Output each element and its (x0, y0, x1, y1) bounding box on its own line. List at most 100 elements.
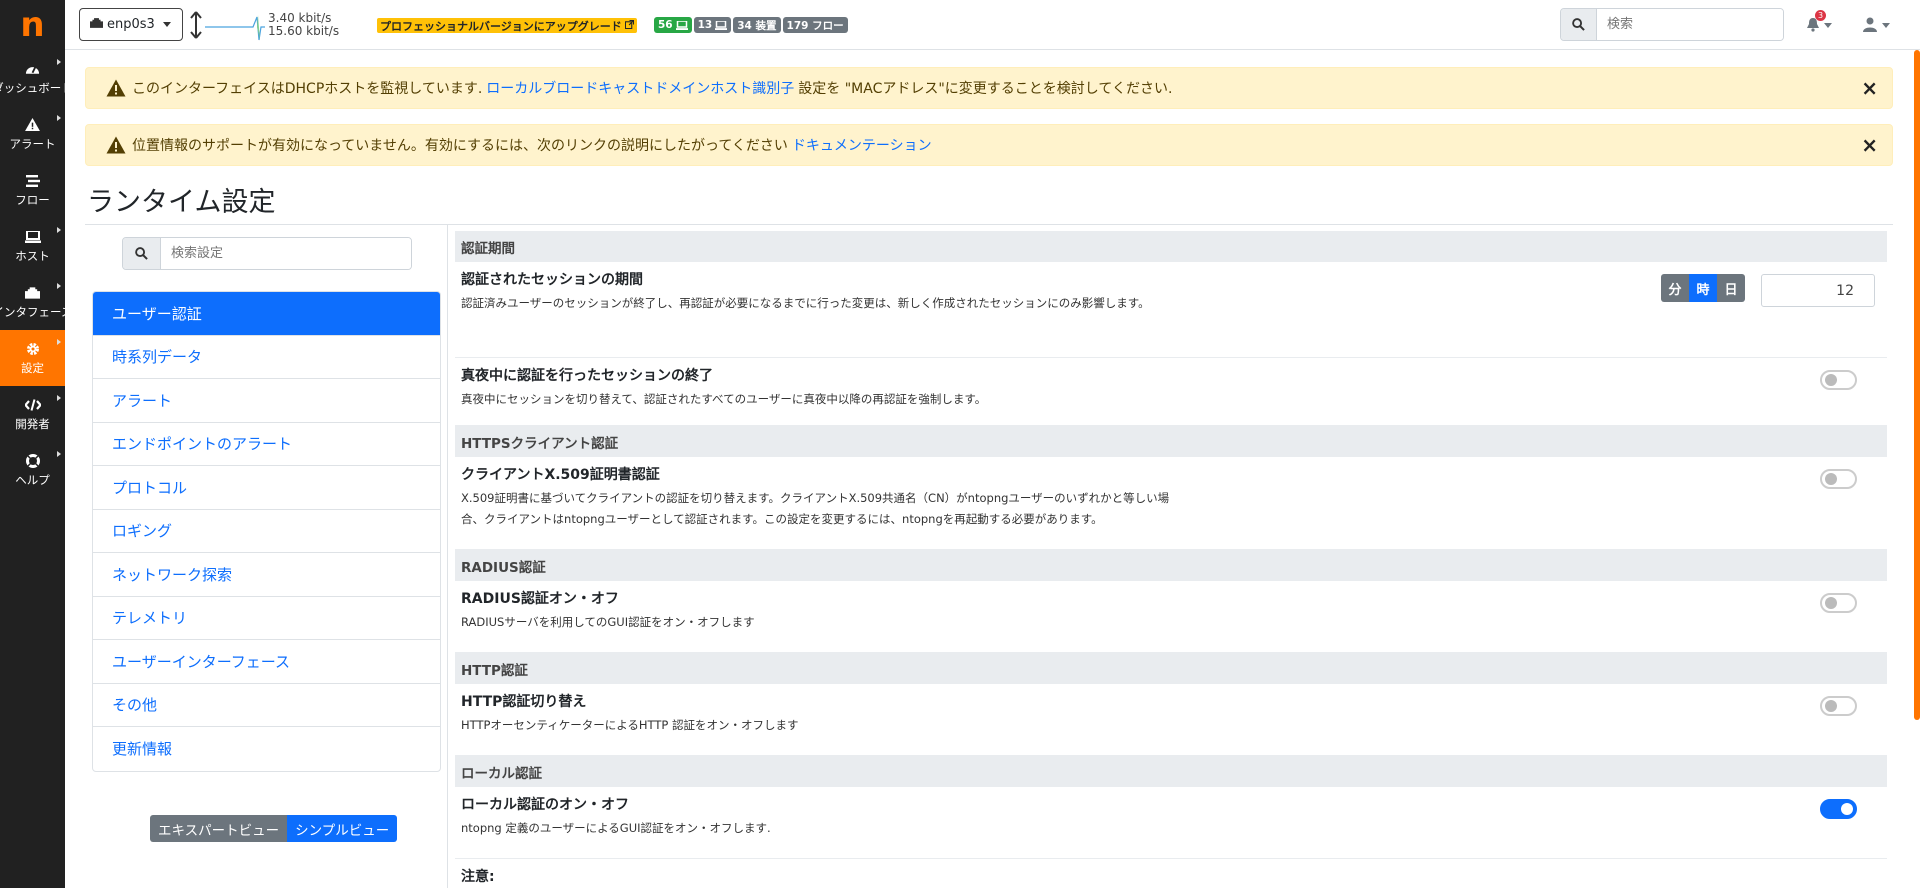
radius-auth-toggle[interactable] (1820, 593, 1857, 613)
search-input[interactable] (1597, 9, 1783, 40)
top-navbar: enp0s3 3.40 kbit/s 15.60 kbit/s プロフェッショナ… (65, 0, 1920, 50)
up-down-arrows-icon (190, 11, 202, 39)
active-devices-badge[interactable]: 56 (654, 17, 692, 33)
ntopng-logo[interactable]: n (0, 0, 65, 50)
interface-dropdown[interactable]: enp0s3 (79, 8, 183, 41)
download-rate: 15.60 kbit/s (268, 24, 340, 38)
unit-minute-button[interactable]: 分 (1661, 274, 1689, 302)
nav-item-user-interface[interactable]: ユーザーインターフェース (93, 640, 440, 684)
view-mode-toggle: エキスパートビュー シンプルビュー (150, 815, 398, 842)
caret-right-icon (57, 115, 61, 121)
description-line: 合、クライアントはntopngユーザーとして認証されます。この設定を変更するには… (461, 512, 1103, 526)
duration-input[interactable] (1761, 274, 1875, 307)
setting-row-midnight-logout: 真夜中に認証を行ったセッションの終了 真夜中にセッションを切り替えて、認証された… (455, 358, 1887, 426)
setting-title: ローカル認証のオン・オフ (461, 797, 629, 813)
code-icon (24, 397, 42, 413)
stream-icon (24, 173, 42, 189)
nav-item-network-discovery[interactable]: ネットワーク探索 (93, 553, 440, 597)
sidebar-item-help[interactable]: ヘルプ (0, 442, 65, 498)
sidebar-item-label: 設定 (21, 360, 44, 375)
nav-item-updates[interactable]: 更新情報 (93, 727, 440, 771)
sidebar-item-hosts[interactable]: ホスト (0, 218, 65, 274)
caret-right-icon (57, 283, 61, 289)
caret-right-icon (57, 227, 61, 233)
nav-item-logging[interactable]: ロギング (93, 510, 440, 553)
simple-view-button[interactable]: シンプルビュー (287, 815, 398, 842)
devices-badge[interactable]: 34 装置 (733, 17, 781, 33)
setting-description: 真夜中にセッションを切り替えて、認証されたすべてのユーザーに真夜中以降の再認証を… (461, 392, 987, 406)
nav-item-alerts[interactable]: アラート (93, 379, 440, 423)
nav-item-user-auth[interactable]: ユーザー認証 (93, 292, 440, 336)
search-icon (135, 247, 148, 260)
sidebar-item-label: ヘルプ (15, 472, 50, 487)
setting-row-http-auth: HTTP認証切り替え HTTPオーセンティケーターによるHTTP 認証をオン・オ… (455, 684, 1887, 756)
sidebar-item-settings[interactable]: 設定 (0, 330, 65, 386)
sidebar-item-dashboard[interactable]: ダッシュボード (0, 50, 65, 106)
setting-description: RADIUSサーバを利用してのGUI認証をオン・オフします (461, 615, 755, 629)
midnight-logout-toggle[interactable] (1820, 370, 1857, 390)
caret-down-icon (1824, 23, 1832, 28)
section-heading: ローカル認証 (455, 756, 1887, 787)
section-heading: HTTPSクライアント認証 (455, 426, 1887, 457)
broadcast-domain-link[interactable]: ローカルブロードキャストドメインホスト識別子 (486, 78, 794, 98)
sidebar-item-alerts[interactable]: アラート (0, 106, 65, 162)
ethernet-icon (90, 17, 103, 32)
ethernet-icon (24, 285, 42, 301)
dhcp-warning-alert: このインターフェイスはDHCPホストを監視しています. ローカルブロードキャスト… (85, 67, 1893, 109)
http-auth-toggle[interactable] (1820, 696, 1857, 716)
sidebar-item-flows[interactable]: フロー (0, 162, 65, 218)
nav-item-endpoint-alerts[interactable]: エンドポイントのアラート (93, 423, 440, 466)
sidebar-item-label: アラート (9, 136, 56, 151)
lifebuoy-icon (24, 453, 42, 469)
close-icon[interactable]: × (1861, 135, 1878, 155)
sidebar-item-interfaces[interactable]: インタフェース (0, 274, 65, 330)
setting-description: ntopng 定義のユーザーによるGUI認証をオン・オフします. (461, 821, 771, 835)
user-icon (1863, 17, 1877, 32)
flows-badge[interactable]: 179 フロー (782, 17, 848, 33)
hosts-badge[interactable]: 13 (693, 17, 732, 33)
documentation-link[interactable]: ドキュメンテーション (792, 135, 932, 155)
nav-item-telemetry[interactable]: テレメトリ (93, 597, 440, 640)
unit-hour-button[interactable]: 時 (1689, 274, 1717, 302)
search-button[interactable] (1561, 9, 1597, 40)
unit-day-button[interactable]: 日 (1717, 274, 1745, 302)
setting-row-session-duration: 認証されたセッションの期間 認証済みユーザーのセッションが終了し、再認証が必要に… (455, 262, 1887, 358)
external-link-icon (624, 19, 634, 32)
search-icon (1572, 18, 1585, 31)
sidebar-item-label: ダッシュボード (0, 80, 65, 95)
nav-item-protocols[interactable]: プロトコル (93, 466, 440, 510)
note-label: 注意: (461, 869, 495, 885)
section-heading: HTTP認証 (455, 653, 1887, 684)
laptop-icon (675, 20, 688, 30)
duration-unit-selector: 分 時 日 (1661, 274, 1745, 302)
section-heading: RADIUS認証 (455, 550, 1887, 581)
divider (447, 225, 448, 888)
user-menu[interactable] (1863, 14, 1897, 36)
caret-right-icon (57, 59, 61, 65)
search-button[interactable] (123, 238, 161, 269)
cog-icon (24, 341, 42, 357)
notifications-dropdown[interactable]: 3 (1806, 10, 1836, 36)
nav-item-timeseries[interactable]: 時系列データ (93, 336, 440, 379)
settings-nav: ユーザー認証 時系列データ アラート エンドポイントのアラート プロトコル ロギ… (92, 291, 441, 772)
caret-right-icon (57, 339, 61, 345)
close-icon[interactable]: × (1861, 78, 1878, 98)
nav-item-misc[interactable]: その他 (93, 684, 440, 727)
settings-search-input[interactable] (161, 238, 411, 269)
geolocation-warning-alert: 位置情報のサポートが有効になっていません。有効にするには、次のリンクの説明にした… (85, 124, 1893, 166)
description-line: X.509証明書に基づいてクライアントの認証を切り替えます。クライアントX.50… (461, 491, 1170, 505)
upgrade-pro-link[interactable]: プロフェッショナルバージョンにアップグレード (377, 18, 637, 33)
sidebar-item-developer[interactable]: 開発者 (0, 386, 65, 442)
alert-text: 位置情報のサポートが有効になっていません。有効にするには、次のリンクの説明にした… (132, 138, 788, 154)
local-auth-toggle[interactable] (1820, 799, 1857, 819)
setting-title: クライアントX.509証明書認証 (461, 467, 660, 483)
x509-auth-toggle[interactable] (1820, 469, 1857, 489)
settings-content: 認証期間 認証されたセッションの期間 認証済みユーザーのセッションが終了し、再認… (455, 231, 1887, 888)
expert-view-button[interactable]: エキスパートビュー (150, 815, 288, 842)
settings-search (122, 237, 412, 270)
page-scrollbar[interactable] (1914, 50, 1920, 720)
sidebar-item-label: ホスト (15, 248, 50, 263)
setting-title: 真夜中に認証を行ったセッションの終了 (461, 368, 713, 384)
traffic-throughput: 3.40 kbit/s 15.60 kbit/s (268, 12, 339, 38)
gauge-icon (24, 61, 42, 77)
